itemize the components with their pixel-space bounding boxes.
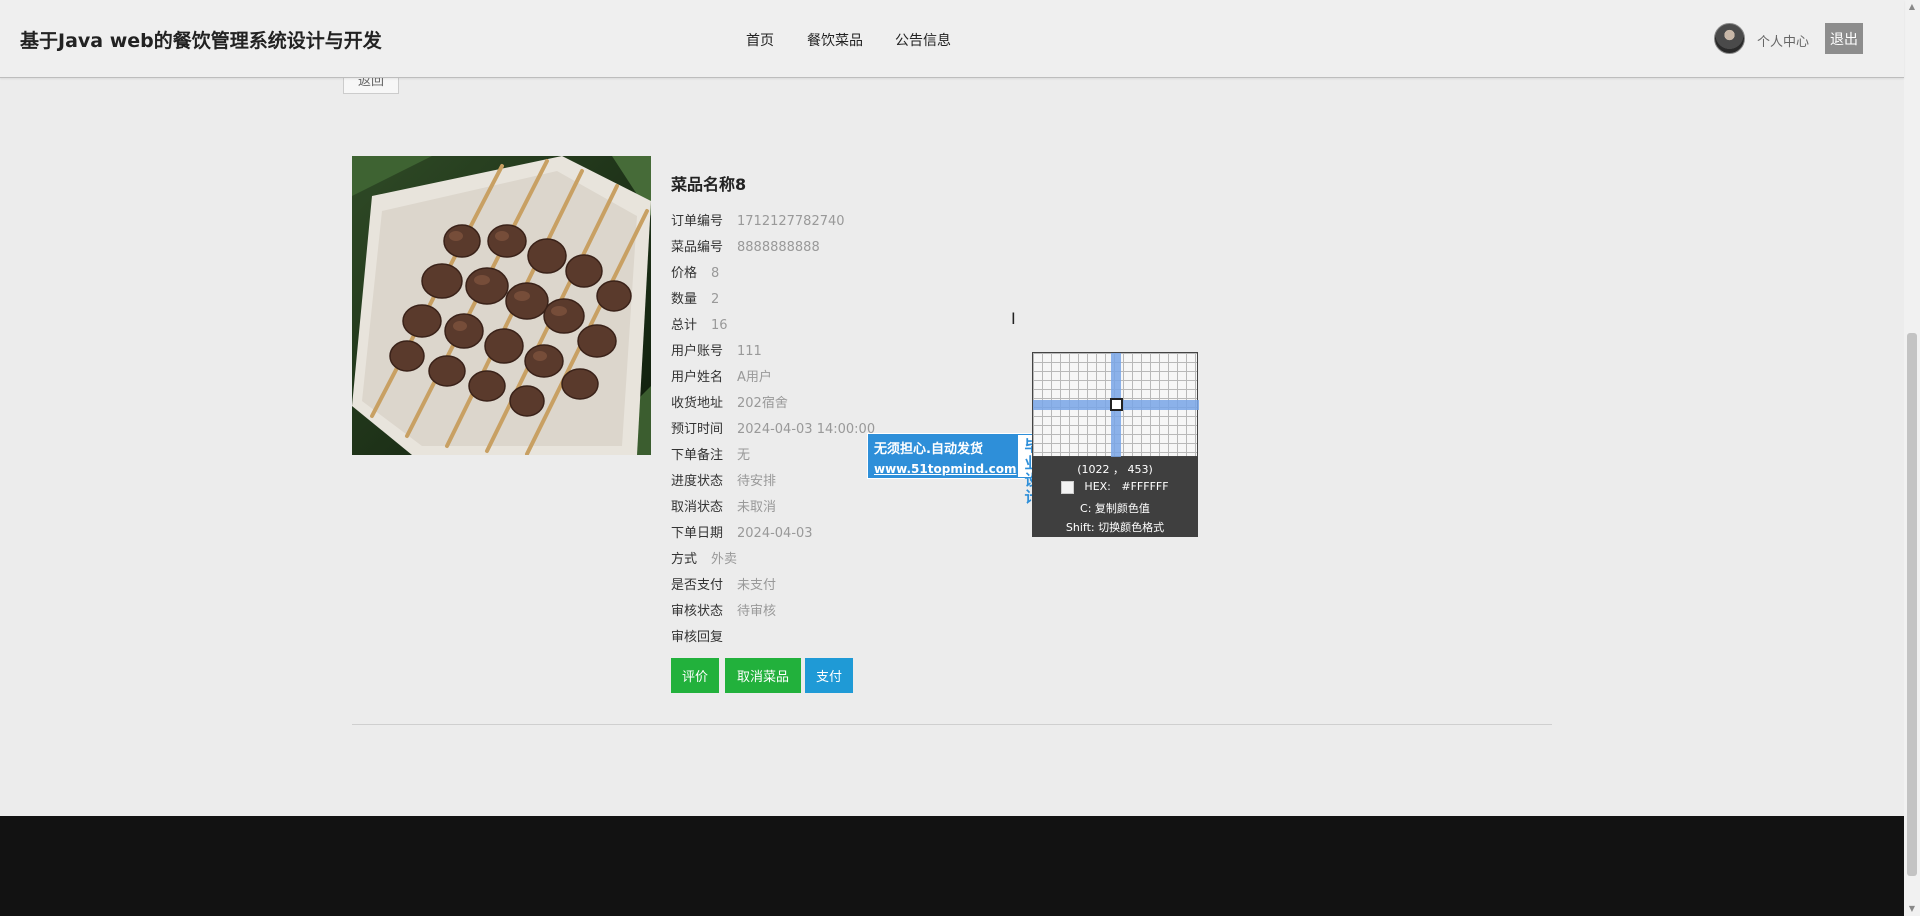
- field-review-status: 审核状态 待审核: [671, 600, 776, 620]
- field-label: 审核回复: [671, 630, 724, 645]
- field-value: 未支付: [737, 578, 777, 593]
- field-value: 未取消: [737, 500, 777, 515]
- field-value: 111: [737, 344, 762, 359]
- picker-hint-copy: C: 复制颜色值: [1080, 502, 1150, 515]
- field-total: 总计 16: [671, 314, 728, 334]
- field-value: 2024-04-03: [737, 526, 813, 541]
- review-button[interactable]: 评价: [671, 658, 719, 693]
- field-label: 订单编号: [671, 214, 724, 229]
- field-label: 价格: [671, 266, 698, 281]
- field-label: 预订时间: [671, 422, 724, 437]
- magnifier-grid: [1032, 352, 1199, 458]
- field-value: 2: [711, 292, 720, 307]
- pay-button[interactable]: 支付: [805, 658, 853, 693]
- cancel-dish-button[interactable]: 取消菜品: [725, 658, 801, 693]
- nav-item-notices[interactable]: 公告信息: [895, 30, 951, 50]
- field-value: 16: [711, 318, 728, 333]
- field-price: 价格 8: [671, 262, 719, 282]
- scroll-up-arrow-icon[interactable]: ▲: [1908, 3, 1916, 11]
- field-cancel-status: 取消状态 未取消: [671, 496, 776, 516]
- dish-title: 菜品名称8: [671, 175, 747, 194]
- field-value: 无: [737, 448, 751, 463]
- field-label: 用户姓名: [671, 370, 724, 385]
- field-booking-time: 预订时间 2024-04-03 14:00:00: [671, 418, 875, 438]
- field-value: 1712127782740: [737, 214, 845, 229]
- picker-hex-row: HEX: #FFFFFF: [1032, 480, 1198, 494]
- crosshair-center: [1110, 398, 1123, 411]
- field-label: 菜品编号: [671, 240, 724, 255]
- field-quantity: 数量 2: [671, 288, 719, 308]
- field-label: 数量: [671, 292, 698, 307]
- avatar-icon[interactable]: [1714, 23, 1745, 54]
- dish-image: [352, 156, 651, 455]
- site-title: 基于Java web的餐饮管理系统设计与开发: [20, 30, 382, 52]
- ibeam-cursor-icon: I: [1011, 309, 1016, 328]
- field-value: 外卖: [711, 552, 738, 567]
- field-label: 方式: [671, 552, 698, 567]
- color-picker-overlay: (1022 ， 453) HEX: #FFFFFF C: 复制颜色值 Shift…: [1032, 352, 1199, 537]
- field-dish-number: 菜品编号 8888888888: [671, 236, 820, 256]
- field-user-name: 用户姓名 A用户: [671, 366, 772, 386]
- field-order-note: 下单备注无: [671, 444, 750, 464]
- field-label: 下单日期: [671, 526, 724, 541]
- kebab-skewers-image: [352, 156, 651, 455]
- personal-center-link[interactable]: 个人中心: [1757, 31, 1809, 50]
- logout-button[interactable]: 退出: [1825, 23, 1863, 54]
- field-label: 是否支付: [671, 578, 724, 593]
- site-header: 基于Java web的餐饮管理系统设计与开发 首页 餐饮菜品 公告信息 个人中心…: [0, 0, 1904, 78]
- field-value: 202宿舍: [737, 396, 788, 411]
- field-label: 总计: [671, 318, 698, 333]
- field-order-date: 下单日期 2024-04-03: [671, 522, 813, 542]
- field-value: 待安排: [737, 474, 777, 489]
- nav-item-dishes[interactable]: 餐饮菜品: [807, 30, 863, 50]
- picker-hint-switch: Shift: 切换颜色格式: [1065, 521, 1165, 534]
- picker-hex-value: #FFFFFF: [1121, 480, 1169, 493]
- field-label: 收货地址: [671, 396, 724, 411]
- field-address: 收货地址 202宿舍: [671, 392, 788, 412]
- color-swatch-icon: [1061, 480, 1075, 494]
- page-footer: [0, 816, 1904, 916]
- field-value: 8888888888: [737, 240, 820, 255]
- field-value: A用户: [737, 370, 772, 385]
- scroll-down-arrow-icon[interactable]: ▼: [1908, 905, 1916, 913]
- field-review-reply: 审核回复: [671, 626, 737, 646]
- field-label: 用户账号: [671, 344, 724, 359]
- field-value: 2024-04-03 14:00:00: [737, 422, 876, 437]
- field-paid: 是否支付 未支付: [671, 574, 776, 594]
- scrollbar-thumb[interactable]: [1907, 333, 1917, 876]
- field-progress-status: 进度状态 待安排: [671, 470, 776, 490]
- picker-info-panel: (1022 ， 453) HEX: #FFFFFF C: 复制颜色值 Shift…: [1032, 457, 1198, 537]
- field-value: 8: [711, 266, 720, 281]
- field-user-account: 用户账号 111: [671, 340, 762, 360]
- field-label: 下单备注: [671, 448, 724, 463]
- watermark-url: www.51topmind.com: [874, 462, 1017, 476]
- field-method: 方式 外卖: [671, 548, 737, 568]
- watermark-line1: 无须担心.自动发货: [874, 442, 983, 457]
- field-label: 取消状态: [671, 500, 724, 515]
- picker-hex-label: HEX:: [1084, 480, 1111, 493]
- picker-coords: (1022 ， 453): [1077, 463, 1153, 476]
- field-value: 待审核: [737, 604, 777, 619]
- content-divider: [352, 724, 1552, 725]
- nav-item-home[interactable]: 首页: [746, 30, 774, 50]
- field-label: 审核状态: [671, 604, 724, 619]
- watermark-badge: 无须担心.自动发货 www.51topmind.com 毕业 设计: [867, 433, 1052, 506]
- field-label: 进度状态: [671, 474, 724, 489]
- field-order-number: 订单编号 1712127782740: [671, 210, 845, 230]
- watermark-text: 无须担心.自动发货 www.51topmind.com: [868, 434, 1017, 478]
